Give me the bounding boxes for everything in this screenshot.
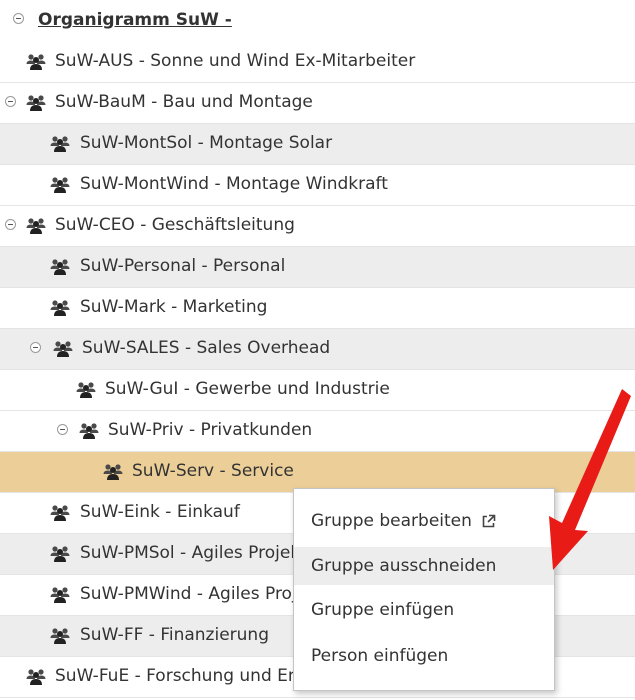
tree-row[interactable]: SuW-MontSol - Montage Solar [0,124,635,165]
collapse-toggle-icon[interactable] [30,342,41,353]
tree-row[interactable]: SuW-SALES - Sales Overhead [0,329,635,370]
tree-row-label: SuW-AUS - Sonne und Wind Ex-Mitarbeiter [55,51,416,71]
group-icon [50,176,70,193]
tree-root-label[interactable]: Organigramm SuW - [38,10,232,30]
menu-item-paste-person[interactable]: Person einfügen [294,637,554,675]
menu-item-label: Gruppe ausschneiden [311,556,497,576]
menu-item-label: Person einfügen [311,646,449,666]
group-icon [103,463,123,480]
collapse-toggle-icon[interactable] [13,13,24,24]
tree-row[interactable]: SuW-Personal - Personal [0,247,635,288]
tree-row-label: SuW-GuI - Gewerbe und Industrie [105,379,390,399]
tree-row-label: SuW-SALES - Sales Overhead [82,338,331,358]
tree-row-label: SuW-Personal - Personal [80,256,286,276]
group-icon [50,299,70,316]
menu-item-edit-group[interactable]: Gruppe bearbeiten [294,502,554,540]
tree-row[interactable]: SuW-BauM - Bau und Montage [0,83,635,124]
tree-row[interactable]: SuW-GuI - Gewerbe und Industrie [0,370,635,411]
tree-row-label: SuW-Mark - Marketing [80,297,268,317]
group-icon [79,422,99,439]
collapse-toggle-icon[interactable] [57,424,68,435]
tree-row-label: SuW-Eink - Einkauf [80,502,240,522]
group-icon [50,586,70,603]
group-icon [50,504,70,521]
group-icon [26,53,46,70]
tree-row-label: SuW-CEO - Geschäftsleitung [55,215,295,235]
tree-row-label: SuW-FF - Finanzierung [80,625,269,645]
group-icon [50,135,70,152]
tree-row[interactable]: SuW-Mark - Marketing [0,288,635,329]
tree-row[interactable]: SuW-CEO - Geschäftsleitung [0,206,635,247]
menu-item-label: Gruppe einfügen [311,600,455,620]
menu-item-paste-group[interactable]: Gruppe einfügen [294,591,554,629]
menu-item-cut-group[interactable]: Gruppe ausschneiden [294,547,554,585]
context-menu: Gruppe bearbeiten Gruppe ausschneiden Gr… [293,488,555,691]
tree-row-label: SuW-BauM - Bau und Montage [55,92,313,112]
external-link-icon [483,514,496,527]
tree-row[interactable]: SuW-AUS - Sonne und Wind Ex-Mitarbeiter [0,42,635,83]
tree-row[interactable]: SuW-MontWind - Montage Windkraft [0,165,635,206]
collapse-toggle-icon[interactable] [5,219,16,230]
group-icon [50,627,70,644]
collapse-toggle-icon[interactable] [5,96,16,107]
group-icon [53,340,73,357]
tree-row-selected[interactable]: SuW-Serv - Service [0,452,635,493]
tree-row-label: SuW-Priv - Privatkunden [108,420,313,440]
group-icon [76,381,96,398]
group-icon [26,94,46,111]
group-icon [50,258,70,275]
tree-row-label: SuW-MontSol - Montage Solar [80,133,333,153]
menu-item-label: Gruppe bearbeiten [311,511,472,531]
tree-row[interactable]: SuW-Priv - Privatkunden [0,411,635,452]
group-icon [26,668,46,685]
tree-root[interactable]: Organigramm SuW - [0,0,635,42]
tree-row-label: SuW-Serv - Service [132,461,294,481]
group-icon [50,545,70,562]
group-icon [26,217,46,234]
tree-row-label: SuW-MontWind - Montage Windkraft [80,174,388,194]
